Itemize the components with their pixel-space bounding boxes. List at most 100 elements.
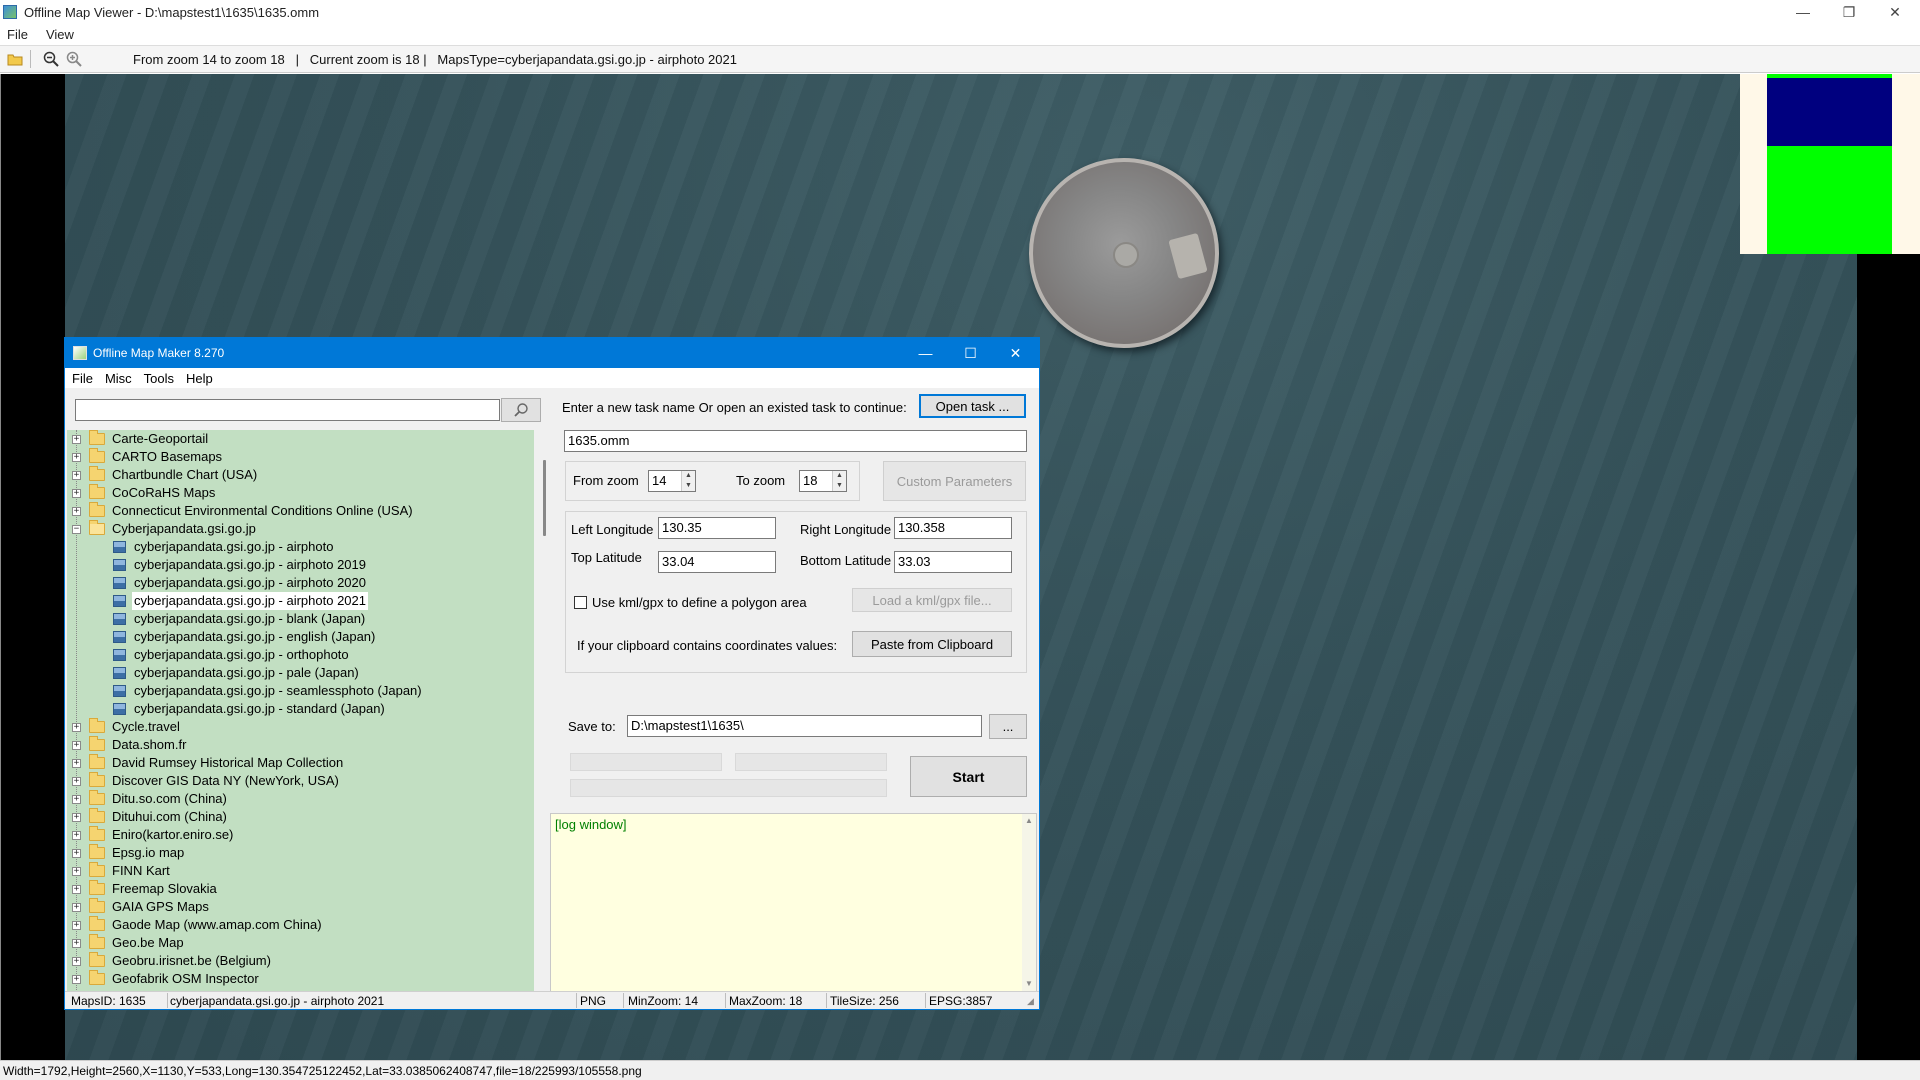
expand-icon[interactable]: + [72, 902, 81, 912]
provider-folder[interactable]: + Geo.be Map [67, 934, 534, 952]
left-longitude-field[interactable]: 130.35 [658, 517, 776, 539]
expand-icon[interactable]: + [72, 974, 81, 984]
restore-icon[interactable]: ❐ [1826, 0, 1872, 24]
expand-icon[interactable]: + [72, 506, 81, 516]
to-zoom-spinner[interactable]: 18 ▲ ▼ [799, 470, 847, 492]
top-latitude-field[interactable]: 33.04 [658, 551, 776, 573]
collapse-icon[interactable]: − [72, 524, 81, 534]
provider-folder[interactable]: − Cyberjapandata.gsi.go.jp [67, 520, 534, 538]
from-zoom-spinner[interactable]: 14 ▲ ▼ [648, 470, 696, 492]
map-item[interactable]: cyberjapandata.gsi.go.jp - seamlessphoto… [67, 682, 534, 700]
log-window[interactable]: [log window] ▲ ▼ [550, 813, 1037, 992]
expand-icon[interactable]: + [72, 866, 81, 876]
right-longitude-field[interactable]: 130.358 [894, 517, 1012, 539]
custom-parameters-button[interactable]: Custom Parameters [883, 461, 1026, 501]
provider-folder[interactable]: + Geofabrik OSM Inspector [67, 970, 534, 988]
start-button[interactable]: Start [910, 756, 1027, 797]
log-scrollbar[interactable]: ▲ ▼ [1022, 814, 1036, 991]
bottom-latitude-field[interactable]: 33.03 [894, 551, 1012, 573]
spin-down-icon[interactable]: ▼ [833, 481, 846, 491]
scroll-up-icon[interactable]: ▲ [1022, 814, 1036, 828]
expand-icon[interactable]: + [72, 794, 81, 804]
zoom-out-icon[interactable] [42, 50, 60, 68]
provider-folder[interactable]: + Data.shom.fr [67, 736, 534, 754]
scroll-down-icon[interactable]: ▼ [1022, 977, 1036, 991]
expand-icon[interactable]: + [72, 488, 81, 498]
provider-folder[interactable]: + Cycle.travel [67, 718, 534, 736]
provider-folder[interactable]: + David Rumsey Historical Map Collection [67, 754, 534, 772]
map-item[interactable]: cyberjapandata.gsi.go.jp - airphoto 2019 [67, 556, 534, 574]
minimize-icon[interactable]: — [1780, 0, 1826, 24]
map-item[interactable]: cyberjapandata.gsi.go.jp - blank (Japan) [67, 610, 534, 628]
provider-folder[interactable]: + Carte-Geoportail [67, 430, 534, 448]
provider-folder[interactable]: + Discover GIS Data NY (NewYork, USA) [67, 772, 534, 790]
provider-folder[interactable]: + FINN Kart [67, 862, 534, 880]
load-kml-button[interactable]: Load a kml/gpx file... [852, 588, 1012, 612]
browse-button[interactable]: ... [989, 714, 1027, 739]
expand-icon[interactable]: + [72, 740, 81, 750]
dialog-menu-file[interactable]: File [65, 371, 99, 386]
expand-icon[interactable]: + [72, 758, 81, 768]
tree-item-label: Gaode Map (www.amap.com China) [112, 917, 322, 932]
dialog-titlebar[interactable]: Offline Map Maker 8.270 — ☐ ✕ [65, 338, 1039, 368]
save-to-field[interactable]: D:\mapstest1\1635\ [627, 715, 982, 737]
map-item[interactable]: cyberjapandata.gsi.go.jp - pale (Japan) [67, 664, 534, 682]
close-icon[interactable]: ✕ [1872, 0, 1918, 24]
provider-folder[interactable]: + Chartbundle Chart (USA) [67, 466, 534, 484]
expand-icon[interactable]: + [72, 884, 81, 894]
expand-icon[interactable]: + [72, 920, 81, 930]
map-layer-icon [113, 559, 126, 571]
map-search-input[interactable] [75, 399, 500, 421]
provider-folder[interactable]: + Geobru.irisnet.be (Belgium) [67, 952, 534, 970]
map-item[interactable]: cyberjapandata.gsi.go.jp - standard (Jap… [67, 700, 534, 718]
provider-folder[interactable]: + Epsg.io map [67, 844, 534, 862]
expand-icon[interactable]: + [72, 848, 81, 858]
dialog-minimize-icon[interactable]: — [903, 338, 948, 368]
dialog-close-icon[interactable]: ✕ [993, 338, 1038, 368]
dialog-menu-misc[interactable]: Misc [99, 371, 138, 386]
expand-icon[interactable]: + [72, 722, 81, 732]
open-task-button[interactable]: Open task ... [919, 394, 1026, 418]
expand-icon[interactable]: + [72, 470, 81, 480]
task-name-field[interactable]: 1635.omm [564, 430, 1027, 452]
menu-file[interactable]: File [0, 27, 37, 42]
provider-folder[interactable]: + Eniro(kartor.eniro.se) [67, 826, 534, 844]
dialog-menu-help[interactable]: Help [180, 371, 219, 386]
expand-icon[interactable]: + [72, 830, 81, 840]
dialog-maximize-icon[interactable]: ☐ [948, 338, 993, 368]
map-source-tree[interactable]: + Carte-Geoportail + CARTO Basemaps + Chartbu… [67, 430, 534, 992]
menu-view[interactable]: View [37, 27, 83, 42]
provider-folder[interactable]: + CoCoRaHS Maps [67, 484, 534, 502]
tree-scroll-thumb[interactable] [543, 460, 546, 536]
expand-icon[interactable]: + [72, 812, 81, 822]
paste-clipboard-button[interactable]: Paste from Clipboard [852, 631, 1012, 657]
resize-grip-icon[interactable]: ◢ [1027, 996, 1034, 1007]
zoom-in-icon[interactable] [65, 50, 83, 68]
spin-up-icon[interactable]: ▲ [682, 471, 695, 481]
dialog-menu-tools[interactable]: Tools [138, 371, 180, 386]
provider-folder[interactable]: + Connecticut Environmental Conditions On… [67, 502, 534, 520]
expand-icon[interactable]: + [72, 776, 81, 786]
provider-folder[interactable]: + GAIA GPS Maps [67, 898, 534, 916]
expand-icon[interactable]: + [72, 434, 81, 444]
provider-folder[interactable]: + CARTO Basemaps [67, 448, 534, 466]
search-button[interactable] [501, 398, 541, 422]
map-item[interactable]: cyberjapandata.gsi.go.jp - orthophoto [67, 646, 534, 664]
provider-folder[interactable]: + Ditu.so.com (China) [67, 790, 534, 808]
map-item[interactable]: cyberjapandata.gsi.go.jp - airphoto [67, 538, 534, 556]
map-item[interactable]: cyberjapandata.gsi.go.jp - english (Japa… [67, 628, 534, 646]
provider-folder[interactable]: + Gaode Map (www.amap.com China) [67, 916, 534, 934]
map-item[interactable]: cyberjapandata.gsi.go.jp - airphoto 2020 [67, 574, 534, 592]
open-folder-icon[interactable] [6, 50, 24, 68]
map-item[interactable]: cyberjapandata.gsi.go.jp - airphoto 2021 [67, 592, 534, 610]
expand-icon[interactable]: + [72, 956, 81, 966]
spin-down-icon[interactable]: ▼ [682, 481, 695, 491]
provider-folder[interactable]: + Freemap Slovakia [67, 880, 534, 898]
provider-folder[interactable]: + Dituhui.com (China) [67, 808, 534, 826]
minimap[interactable] [1740, 74, 1920, 254]
tree-item-label: Chartbundle Chart (USA) [112, 467, 258, 482]
spin-up-icon[interactable]: ▲ [833, 471, 846, 481]
kml-checkbox[interactable] [574, 596, 587, 609]
expand-icon[interactable]: + [72, 938, 81, 948]
expand-icon[interactable]: + [72, 452, 81, 462]
